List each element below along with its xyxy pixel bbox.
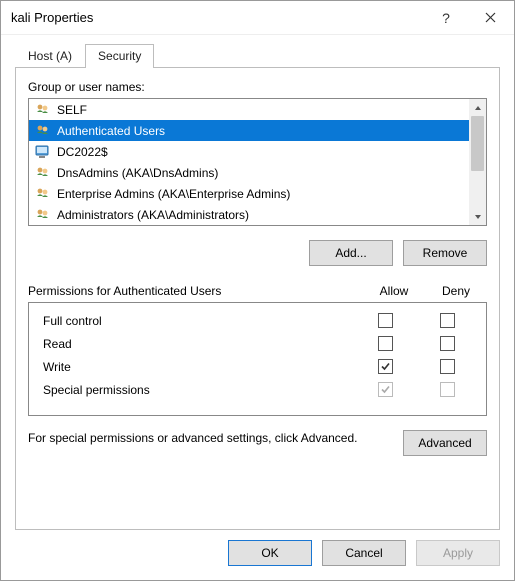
- deny-checkbox[interactable]: [440, 359, 455, 374]
- allow-checkbox[interactable]: [378, 336, 393, 351]
- tab-strip: Host (A) Security: [1, 35, 514, 67]
- allow-checkbox[interactable]: [378, 313, 393, 328]
- scroll-down-icon[interactable]: [469, 208, 486, 225]
- apply-button[interactable]: Apply: [416, 540, 500, 566]
- permission-name: Special permissions: [43, 383, 354, 397]
- ok-button[interactable]: OK: [228, 540, 312, 566]
- list-item-label: DnsAdmins (AKA\DnsAdmins): [57, 166, 218, 180]
- close-icon: [485, 12, 496, 23]
- close-button[interactable]: [468, 3, 512, 33]
- user-group-icon: [33, 207, 53, 223]
- advanced-button[interactable]: Advanced: [403, 430, 487, 456]
- permissions-title: Permissions for Authenticated Users: [28, 284, 363, 298]
- user-group-icon: [33, 165, 53, 181]
- scroll-track[interactable]: [469, 116, 486, 208]
- remove-button[interactable]: Remove: [403, 240, 487, 266]
- list-item-label: Enterprise Admins (AKA\Enterprise Admins…: [57, 187, 290, 201]
- list-item-label: SELF: [57, 103, 87, 117]
- permission-name: Write: [43, 360, 354, 374]
- group-label: Group or user names:: [28, 80, 487, 94]
- cancel-button[interactable]: Cancel: [322, 540, 406, 566]
- scrollbar[interactable]: [469, 99, 486, 225]
- deny-checkbox: [440, 382, 455, 397]
- deny-column-header: Deny: [425, 284, 487, 298]
- scroll-up-icon[interactable]: [469, 99, 486, 116]
- list-item-label: DC2022$: [57, 145, 108, 159]
- list-item-label: Administrators (AKA\Administrators): [57, 208, 249, 222]
- permission-row: Read: [43, 332, 478, 355]
- advanced-footer: For special permissions or advanced sett…: [28, 430, 487, 456]
- user-group-icon: [33, 102, 53, 118]
- help-button[interactable]: ?: [424, 3, 468, 33]
- deny-checkbox[interactable]: [440, 313, 455, 328]
- list-item[interactable]: SELF: [29, 99, 469, 120]
- permission-row: Write: [43, 355, 478, 378]
- permissions-header: Permissions for Authenticated Users Allo…: [28, 284, 487, 298]
- list-item[interactable]: Enterprise Admins (AKA\Enterprise Admins…: [29, 183, 469, 204]
- list-item[interactable]: DnsAdmins (AKA\DnsAdmins): [29, 162, 469, 183]
- deny-checkbox[interactable]: [440, 336, 455, 351]
- permission-name: Read: [43, 337, 354, 351]
- allow-checkbox[interactable]: [378, 359, 393, 374]
- permission-row: Special permissions: [43, 378, 478, 401]
- list-item[interactable]: Authenticated Users: [29, 120, 469, 141]
- window-title: kali Properties: [11, 10, 424, 25]
- list-item[interactable]: DC2022$: [29, 141, 469, 162]
- add-button[interactable]: Add...: [309, 240, 393, 266]
- dialog-buttons: OK Cancel Apply: [1, 540, 514, 580]
- advanced-note: For special permissions or advanced sett…: [28, 430, 393, 446]
- properties-dialog: kali Properties ? Host (A) Security Grou…: [0, 0, 515, 581]
- tab-host[interactable]: Host (A): [15, 44, 85, 68]
- scroll-thumb[interactable]: [471, 116, 484, 171]
- user-buttons: Add... Remove: [28, 240, 487, 266]
- list-item[interactable]: Administrators (AKA\Administrators): [29, 204, 469, 225]
- titlebar: kali Properties ?: [1, 1, 514, 35]
- security-panel: Group or user names: SELF Authenticated U…: [15, 67, 500, 530]
- user-group-icon: [33, 123, 53, 139]
- allow-column-header: Allow: [363, 284, 425, 298]
- permissions-box: Full control Read Write Special permissions: [28, 302, 487, 416]
- list-item-label: Authenticated Users: [57, 124, 165, 138]
- user-group-icon: [33, 186, 53, 202]
- tab-security[interactable]: Security: [85, 44, 154, 68]
- permission-row: Full control: [43, 309, 478, 332]
- allow-checkbox: [378, 382, 393, 397]
- permission-name: Full control: [43, 314, 354, 328]
- user-listbox[interactable]: SELF Authenticated Users DC2022$ DnsAdmins …: [28, 98, 487, 226]
- computer-icon: [33, 144, 53, 160]
